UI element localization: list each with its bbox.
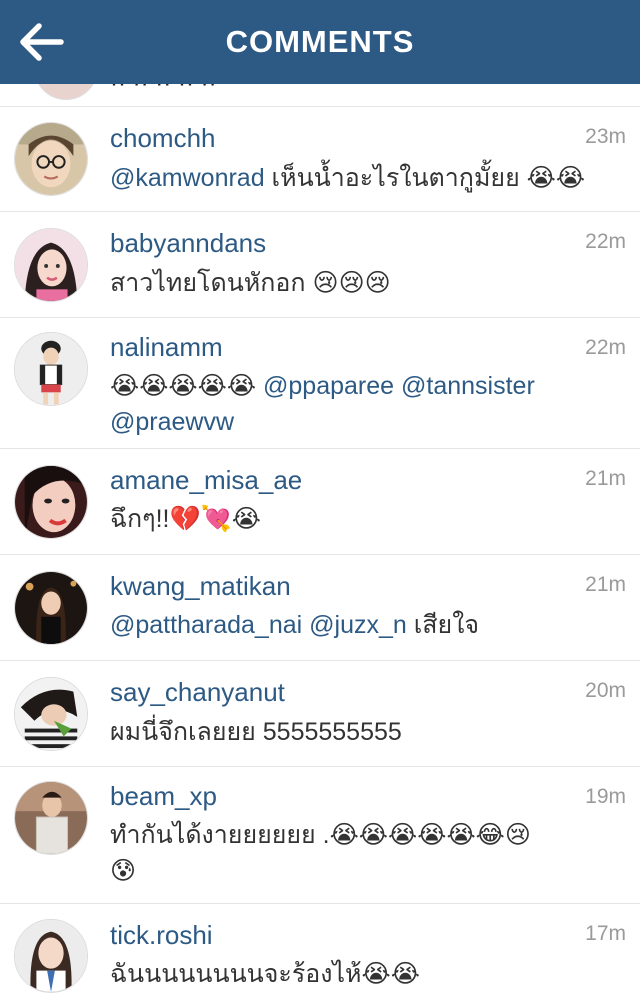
username[interactable]: say_chanyanut [110,677,285,708]
profile-photo [15,333,87,405]
avatar[interactable] [14,332,88,406]
comment-text: 😭😭😭😭😭 @ppaparee @tannsister @praewvw [110,368,626,440]
username[interactable]: amane_misa_ae [110,465,302,496]
comment-text: ผมนี่จึกเลยยย 5555555555 [110,714,626,750]
mention-link[interactable]: @tannsister [401,372,535,400]
timestamp: 21m [585,573,626,596]
list-item[interactable]: say_chanyanut 20m ผมนี่จึกเลยยย 55555555… [0,660,640,767]
timestamp: 21m [585,467,626,490]
username[interactable]: nalinamm [110,332,223,363]
list-item[interactable]: nalinamm 22m 😭😭😭😭😭 @ppaparee @tannsister… [0,317,640,449]
comment-body: เห็นน้ำอะไรในตากูมั้ยย [264,164,527,192]
avatar[interactable] [14,465,88,539]
comments-list[interactable]: ·· ·· ·· ·· ·· chomchh 23m @kamwonrad เห… [0,84,640,1000]
partial-comment-row: ·· ·· ·· ·· ·· [0,84,640,106]
avatar[interactable] [14,228,88,302]
timestamp: 22m [585,230,626,253]
comment-text: ฉึกๆ!!💔💘😭 [110,501,626,537]
username[interactable]: chomchh [110,123,216,154]
list-item[interactable]: kwang_matikan 21m @pattharada_nai @juzx_… [0,554,640,661]
profile-photo [15,572,87,644]
avatar[interactable] [14,919,88,993]
timestamp: 19m [585,785,626,808]
emoji-icons: 😭😭😭😭😭😂😢 [329,820,531,849]
list-item[interactable]: chomchh 23m @kamwonrad เห็นน้ำอะไรในตากู… [0,106,640,212]
avatar[interactable] [14,122,88,196]
comment-body: สาวไทยโดนหักอก [110,269,313,297]
profile-photo [15,466,87,538]
mention-link[interactable]: @juzx_n [309,611,407,639]
comment-body: ทำกันได้งายยยยยย . [110,821,330,849]
comment-body: เสียใจ [406,611,480,639]
list-item[interactable]: babyanndans 22m สาวไทยโดนหักอก 😢😢😢 [0,211,640,318]
avatar [34,84,98,100]
mention-link[interactable]: @ppaparee [263,372,394,400]
timestamp: 20m [585,679,626,702]
username[interactable]: beam_xp [110,781,217,812]
mention-link[interactable]: @kamwonrad [110,164,265,192]
emoji-icons: 💔💘😭 [169,504,261,533]
emoji-icons: 😰 [110,856,137,885]
avatar[interactable] [14,677,88,751]
username[interactable]: babyanndans [110,228,266,259]
header-bar: COMMENTS [0,0,640,84]
profile-photo [15,920,87,992]
list-item[interactable]: beam_xp 19m ทำกันได้งายยยยยย .😭😭😭😭😭😂😢 😰 [0,766,640,904]
profile-photo [15,782,87,854]
comment-body: ผมนี่จึกเลยยย 5555555555 [110,718,402,746]
timestamp: 23m [585,125,626,148]
comment-text: @kamwonrad เห็นน้ำอะไรในตากูมั้ยย 😭😭 [110,160,626,196]
profile-photo [15,229,87,301]
timestamp: 22m [585,336,626,359]
mention-link[interactable]: @pattharada_nai [110,611,302,639]
emoji-icons: 😭😭😭😭😭 [110,371,257,400]
comment-body: ฉันนนนนนนนจะร้องไห้ [110,960,362,988]
list-item[interactable]: tick.roshi 17m ฉันนนนนนนนจะร้องไห้😭😭 [0,903,640,1000]
comment-text: ทำกันได้งายยยยยย .😭😭😭😭😭😂😢 😰 [110,817,626,889]
comment-text: ฉันนนนนนนนจะร้องไห้😭😭 [110,956,626,992]
mention-link[interactable]: @praewvw [110,408,234,436]
profile-photo [15,123,87,195]
emoji-icons: 😭😭 [526,163,586,192]
avatar[interactable] [14,781,88,855]
profile-photo [15,678,87,750]
username[interactable]: kwang_matikan [110,571,291,602]
username[interactable]: tick.roshi [110,920,213,951]
page-title: COMMENTS [225,24,415,59]
comment-body: ฉึกๆ!! [110,505,170,533]
list-item[interactable]: amane_misa_ae 21m ฉึกๆ!!💔💘😭 [0,448,640,555]
emoji-icons: 😭😭 [361,959,420,988]
emoji-icons: 😢😢😢 [312,268,391,297]
comment-text: ·· ·· ·· ·· ·· [110,84,217,98]
avatar[interactable] [14,571,88,645]
comment-text: สาวไทยโดนหักอก 😢😢😢 [110,265,626,301]
timestamp: 17m [585,922,626,945]
comment-text: @pattharada_nai @juzx_n เสียใจ [110,607,626,643]
